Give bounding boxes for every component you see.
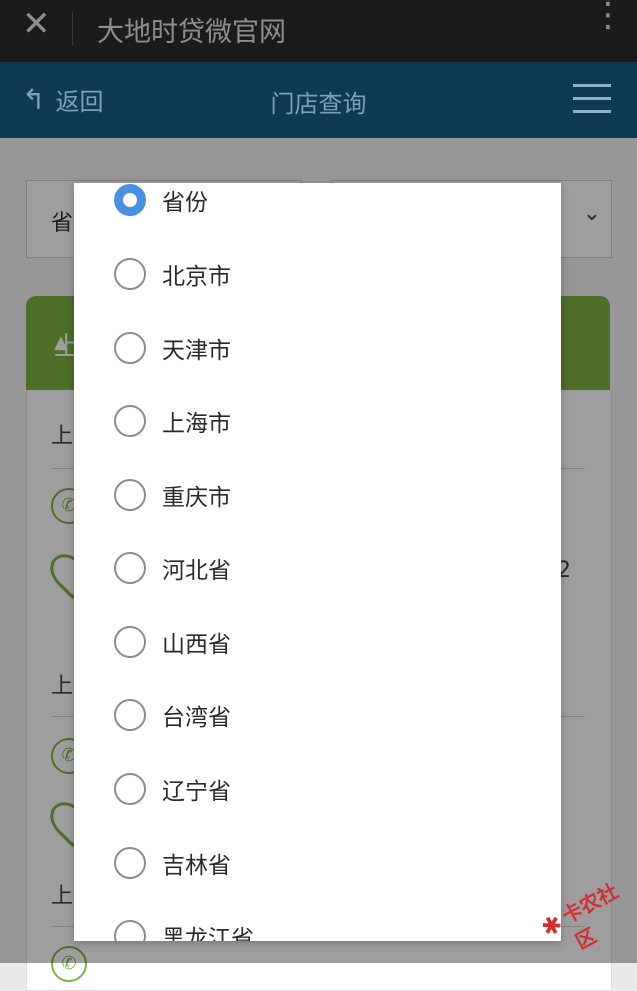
radio-icon[interactable] [114,847,146,879]
radio-icon[interactable] [114,332,146,364]
province-option-label: 辽宁省 [162,779,231,805]
page-title: 大地时贷微官网 [97,17,286,48]
province-option-label: 黑龙江省 [162,926,254,941]
province-option-label: 吉林省 [162,853,231,879]
more-icon[interactable]: ⋮ [591,0,625,32]
radio-icon[interactable] [114,773,146,805]
hamburger-menu-icon[interactable] [573,84,611,114]
province-option-label: 省份 [162,190,208,216]
province-option[interactable]: 天津市 [74,315,561,388]
close-icon[interactable]: ✕ [22,7,51,41]
province-option[interactable]: 黑龙江省 [74,903,561,941]
province-option-label: 台湾省 [162,705,231,731]
province-picker-dialog: 省份 北京市 天津市 上海市 重庆市 河北省 山西省 台湾省 辽宁省 吉林省 黑… [74,183,561,941]
province-option[interactable]: 辽宁省 [74,756,561,829]
titlebar-divider [72,12,73,46]
province-option-label: 山西省 [162,632,231,658]
radio-checked-icon[interactable] [114,184,146,216]
radio-icon[interactable] [114,479,146,511]
province-option-label: 重庆市 [162,485,231,511]
province-option-label: 上海市 [162,411,231,437]
radio-icon[interactable] [114,552,146,584]
province-option[interactable]: 北京市 [74,241,561,314]
nav-title: 门店查询 [270,90,367,118]
radio-icon[interactable] [114,405,146,437]
province-option[interactable]: 重庆市 [74,462,561,535]
radio-icon[interactable] [114,920,146,941]
province-option[interactable]: 吉林省 [74,830,561,903]
site-navbar: ↰ 返回 门店查询 [0,62,637,138]
province-option[interactable]: 省份 [74,183,561,240]
province-option[interactable]: 河北省 [74,535,561,608]
province-option-label: 河北省 [162,558,231,584]
radio-icon[interactable] [114,258,146,290]
province-option-label: 天津市 [162,338,231,364]
province-option[interactable]: 山西省 [74,609,561,682]
province-option[interactable]: 上海市 [74,388,561,461]
province-option-label: 北京市 [162,264,231,290]
province-option[interactable]: 台湾省 [74,682,561,755]
radio-icon[interactable] [114,699,146,731]
radio-icon[interactable] [114,626,146,658]
wechat-titlebar: ✕ 大地时贷微官网 ⋮ [0,0,637,62]
